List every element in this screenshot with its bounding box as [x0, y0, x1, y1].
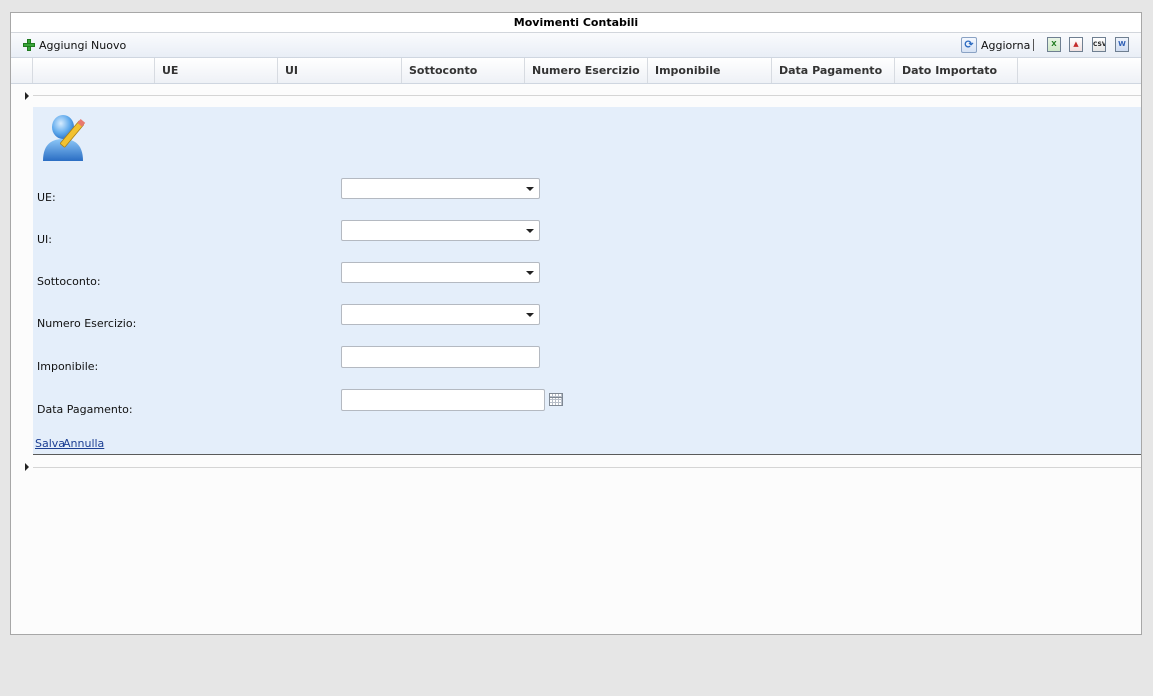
- data-pagamento-input[interactable]: [341, 389, 545, 411]
- export-word-icon[interactable]: W: [1115, 37, 1129, 52]
- grid-toolbar: Aggiungi Nuovo ⟳ Aggiorna X ▲ CSV W: [11, 33, 1141, 58]
- imponibile-input[interactable]: [341, 346, 540, 368]
- save-link[interactable]: Salva: [35, 437, 65, 450]
- refresh-icon: ⟳: [961, 37, 977, 53]
- column-header-ui[interactable]: UI: [278, 58, 402, 83]
- chevron-down-icon: [526, 271, 534, 275]
- row-divider: [33, 467, 1141, 468]
- ue-label: UE:: [37, 191, 56, 204]
- chevron-down-icon: [526, 313, 534, 317]
- add-new-label: Aggiungi Nuovo: [39, 38, 127, 52]
- numero-esercizio-select[interactable]: [341, 304, 540, 325]
- export-pdf-icon[interactable]: ▲: [1069, 37, 1083, 52]
- ui-label: UI:: [37, 233, 53, 246]
- ue-select[interactable]: [341, 178, 540, 199]
- export-excel-icon[interactable]: X: [1047, 37, 1061, 52]
- ui-select[interactable]: [341, 220, 540, 241]
- imponibile-label: Imponibile:: [37, 360, 99, 373]
- numero-esercizio-label: Numero Esercizio:: [37, 317, 137, 330]
- row-divider: [33, 95, 1141, 96]
- column-header-ue[interactable]: UE: [155, 58, 278, 83]
- grid-header: UE UI Sottoconto Numero Esercizio Imponi…: [11, 58, 1141, 84]
- header-spacer-2: [33, 58, 155, 83]
- sottoconto-select[interactable]: [341, 262, 540, 283]
- refresh-button[interactable]: ⟳ Aggiorna: [961, 36, 1030, 54]
- column-header-sottoconto[interactable]: Sottoconto: [402, 58, 525, 83]
- plus-icon: [23, 39, 35, 51]
- grid-panel: Movimenti Contabili Aggiungi Nuovo ⟳ Agg…: [10, 12, 1142, 635]
- cancel-link[interactable]: Annulla: [63, 437, 104, 450]
- export-csv-icon[interactable]: CSV: [1092, 37, 1106, 52]
- column-header-dato-importato[interactable]: Dato Importato: [895, 58, 1018, 83]
- data-pagamento-label: Data Pagamento:: [37, 403, 133, 416]
- user-edit-icon: [43, 115, 86, 161]
- toolbar-separator: [1033, 39, 1034, 51]
- header-spacer: [11, 58, 33, 83]
- row-expand-arrow-icon[interactable]: [25, 92, 29, 100]
- calendar-icon[interactable]: [549, 393, 563, 406]
- row-expand-arrow-icon[interactable]: [25, 463, 29, 471]
- column-header-imponibile[interactable]: Imponibile: [648, 58, 772, 83]
- grid-title: Movimenti Contabili: [11, 13, 1141, 33]
- sottoconto-label: Sottoconto:: [37, 275, 101, 288]
- column-header-data-pagamento[interactable]: Data Pagamento: [772, 58, 895, 83]
- chevron-down-icon: [526, 229, 534, 233]
- chevron-down-icon: [526, 187, 534, 191]
- add-new-button[interactable]: Aggiungi Nuovo: [23, 36, 126, 54]
- refresh-label: Aggiorna: [981, 38, 1031, 52]
- column-header-numero-esercizio[interactable]: Numero Esercizio: [525, 58, 648, 83]
- edit-form: UE: UI: Sottoconto: Numero Esercizio: Im…: [33, 107, 1141, 455]
